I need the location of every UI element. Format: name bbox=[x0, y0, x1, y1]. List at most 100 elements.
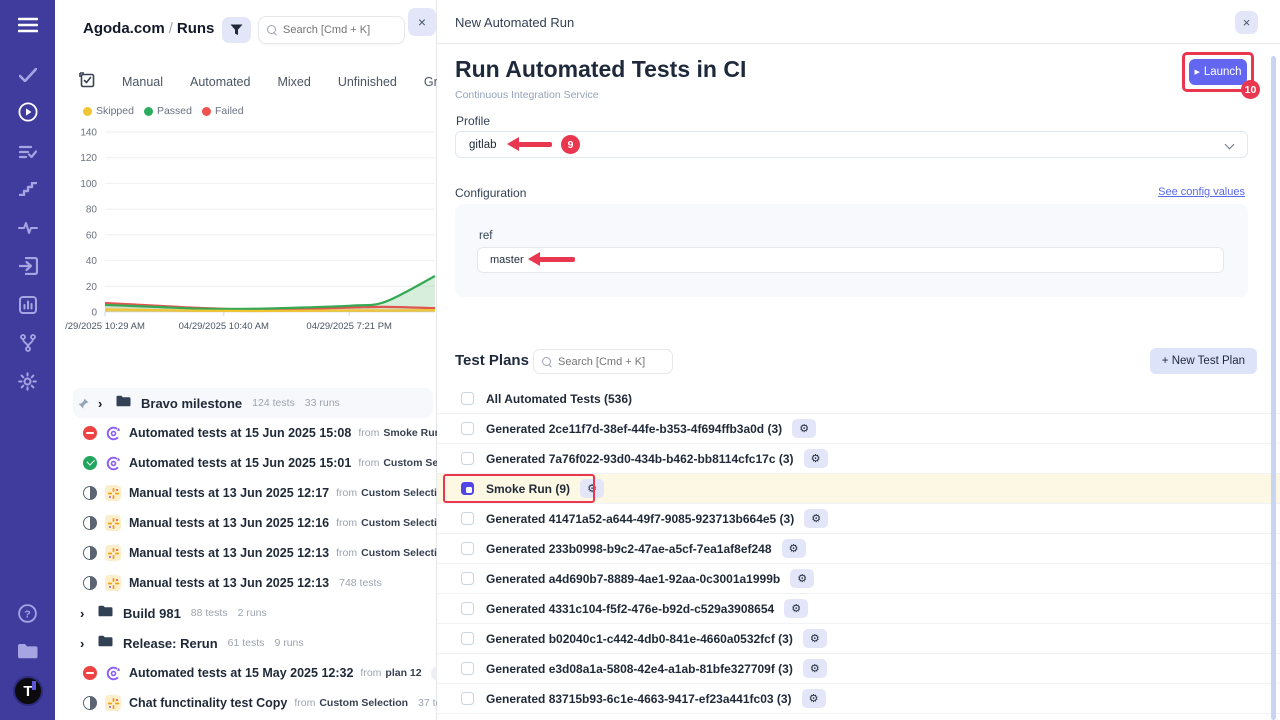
checkbox[interactable] bbox=[461, 572, 474, 585]
checkbox-checked[interactable] bbox=[461, 482, 474, 495]
analytics-icon[interactable] bbox=[0, 290, 55, 320]
test-plans-icon[interactable] bbox=[0, 137, 55, 167]
expand-chevron-icon[interactable]: › bbox=[98, 396, 108, 411]
branches-icon[interactable] bbox=[0, 328, 55, 358]
test-plans-search-input[interactable] bbox=[558, 356, 658, 368]
modal-scrollbar[interactable] bbox=[1271, 56, 1276, 720]
test-plan-row[interactable]: Generated 2ce11f7d-38ef-44fe-b353-4f694f… bbox=[437, 414, 1280, 444]
new-test-plan-button[interactable]: + New Test Plan bbox=[1150, 348, 1257, 374]
import-icon[interactable] bbox=[0, 251, 55, 281]
test-plan-row[interactable]: Smoke Run (9)⚙ bbox=[437, 474, 1280, 504]
gear-button[interactable]: ⚙ bbox=[803, 659, 827, 678]
report-checklist-icon[interactable] bbox=[79, 72, 95, 93]
runs-play-icon[interactable] bbox=[0, 97, 55, 127]
panel-close-button[interactable]: × bbox=[408, 8, 436, 36]
annotation-badge-9: 9 bbox=[561, 135, 580, 154]
automated-run-icon bbox=[105, 425, 121, 441]
run-row-item[interactable]: Manual tests at 13 Jun 2025 12:13748 tes… bbox=[55, 568, 437, 598]
manual-run-icon bbox=[105, 575, 121, 591]
chevron-down-icon bbox=[1225, 140, 1235, 150]
filter-button[interactable] bbox=[222, 17, 251, 43]
expand-chevron-icon[interactable]: › bbox=[80, 636, 90, 651]
from-label: from bbox=[336, 517, 357, 529]
checkbox[interactable] bbox=[461, 512, 474, 525]
help-icon[interactable]: ? bbox=[0, 598, 55, 628]
tab-unfinished[interactable]: Unfinished bbox=[338, 75, 397, 89]
test-plan-row[interactable]: Generated a4d690b7-8889-4ae1-92aa-0c3001… bbox=[437, 564, 1280, 594]
test-plan-row[interactable]: Generated 4331c104-f5f2-476e-b92d-c529a3… bbox=[437, 594, 1280, 624]
test-plan-row[interactable]: Generated 83715b93-6c1e-4663-9417-ef23a4… bbox=[437, 684, 1280, 714]
projects-folder-icon[interactable] bbox=[0, 636, 55, 666]
modal-close-button[interactable]: × bbox=[1235, 11, 1258, 34]
test-plan-row[interactable]: All Automated Tests (536) bbox=[437, 384, 1280, 414]
run-row-item[interactable]: Automated tests at 15 Jun 2025 15:08from… bbox=[55, 418, 437, 448]
test-plan-label: Generated 2ce11f7d-38ef-44fe-b353-4f694f… bbox=[486, 422, 782, 436]
svg-text:40: 40 bbox=[86, 256, 98, 267]
run-title: Manual tests at 13 Jun 2025 12:13 bbox=[129, 576, 329, 590]
checkbox[interactable] bbox=[461, 542, 474, 555]
gear-button[interactable]: ⚙ bbox=[792, 419, 816, 438]
checkbox[interactable] bbox=[461, 422, 474, 435]
launch-button[interactable]: ▶ Launch bbox=[1189, 59, 1247, 85]
legend-dot bbox=[83, 107, 92, 116]
gear-button[interactable]: ⚙ bbox=[784, 599, 808, 618]
test-plan-label: Generated 7a76f022-93d0-434b-b462-bb8114… bbox=[486, 452, 794, 466]
gear-button[interactable]: ⚙ bbox=[782, 539, 806, 558]
progress-status-icon bbox=[83, 696, 97, 710]
svg-text:04/29/2025 10:40 AM: 04/29/2025 10:40 AM bbox=[179, 321, 269, 332]
folder-row[interactable]: ›Release: Rerun61 tests9 runs bbox=[55, 628, 437, 658]
checkbox[interactable] bbox=[461, 692, 474, 705]
breadcrumb-project[interactable]: Agoda.com bbox=[83, 20, 165, 37]
manual-run-icon bbox=[105, 515, 121, 531]
gear-button[interactable]: ⚙ bbox=[803, 629, 827, 648]
milestones-steps-icon[interactable] bbox=[0, 174, 55, 204]
test-plan-row[interactable]: Generated e3d08a1a-5808-42e4-a1ab-81bfe3… bbox=[437, 654, 1280, 684]
runs-search[interactable] bbox=[258, 16, 405, 44]
test-plan-row[interactable]: Generated b02040c1-c442-4db0-841e-4660a0… bbox=[437, 624, 1280, 654]
menu-icon[interactable] bbox=[0, 10, 55, 40]
run-title: Automated tests at 15 May 2025 12:32 bbox=[129, 666, 353, 680]
checkbox[interactable] bbox=[461, 632, 474, 645]
pulse-icon[interactable] bbox=[0, 213, 55, 243]
run-row-item[interactable]: Manual tests at 13 Jun 2025 12:13fromCus… bbox=[55, 538, 437, 568]
settings-gear-icon[interactable] bbox=[0, 366, 55, 396]
gear-icon: ⚙ bbox=[810, 662, 820, 675]
gear-button[interactable]: ⚙ bbox=[804, 449, 828, 468]
run-row-item[interactable]: Automated tests at 15 May 2025 12:32from… bbox=[55, 658, 437, 688]
checkbox[interactable] bbox=[461, 662, 474, 675]
see-config-values-link[interactable]: See config values bbox=[1158, 186, 1245, 198]
test-plan-label: Generated 4331c104-f5f2-476e-b92d-c529a3… bbox=[486, 602, 774, 616]
account-avatar[interactable]: T bbox=[13, 676, 43, 706]
svg-text:120: 120 bbox=[80, 153, 97, 164]
search-icon bbox=[267, 25, 277, 35]
run-row-item[interactable]: Automated tests at 15 Jun 2025 15:01from… bbox=[55, 448, 437, 478]
gear-button[interactable]: ⚙ bbox=[790, 569, 814, 588]
checkbox[interactable] bbox=[461, 602, 474, 615]
checkbox[interactable] bbox=[461, 392, 474, 405]
checkbox[interactable] bbox=[461, 452, 474, 465]
tests-count: 37 tests bbox=[418, 697, 437, 709]
tab-mixed[interactable]: Mixed bbox=[277, 75, 310, 89]
runs-search-input[interactable] bbox=[283, 24, 383, 36]
gear-button[interactable]: ⚙ bbox=[580, 479, 604, 498]
run-row-item[interactable]: Chat functinality test CopyfromCustom Se… bbox=[55, 688, 437, 718]
app-sidebar: ? T bbox=[0, 0, 55, 720]
test-plans-search[interactable] bbox=[533, 349, 673, 374]
folder-row[interactable]: ›Build 98188 tests2 runs bbox=[55, 598, 437, 628]
folder-row[interactable]: ›Bravo milestone124 tests33 runs bbox=[73, 388, 433, 418]
folder-icon bbox=[98, 634, 113, 652]
ref-input[interactable] bbox=[477, 247, 1224, 273]
tab-automated[interactable]: Automated bbox=[190, 75, 250, 89]
check-icon[interactable] bbox=[0, 60, 55, 90]
tab-manual[interactable]: Manual bbox=[122, 75, 163, 89]
test-plan-row[interactable]: Generated 7a76f022-93d0-434b-b462-bb8114… bbox=[437, 444, 1280, 474]
modal-header-title: New Automated Run bbox=[455, 15, 574, 30]
test-plan-row[interactable]: Generated 41471a52-a644-49f7-9085-923713… bbox=[437, 504, 1280, 534]
test-plan-row[interactable]: Generated 233b0998-b9c2-47ae-a5cf-7ea1af… bbox=[437, 534, 1280, 564]
run-row-item[interactable]: Manual tests at 13 Jun 2025 12:17fromCus… bbox=[55, 478, 437, 508]
expand-chevron-icon[interactable]: › bbox=[80, 606, 90, 621]
gear-button[interactable]: ⚙ bbox=[802, 689, 826, 708]
run-row-item[interactable]: Manual tests at 13 Jun 2025 12:16fromCus… bbox=[55, 508, 437, 538]
gear-button[interactable]: ⚙ bbox=[804, 509, 828, 528]
legend-dot bbox=[202, 107, 211, 116]
